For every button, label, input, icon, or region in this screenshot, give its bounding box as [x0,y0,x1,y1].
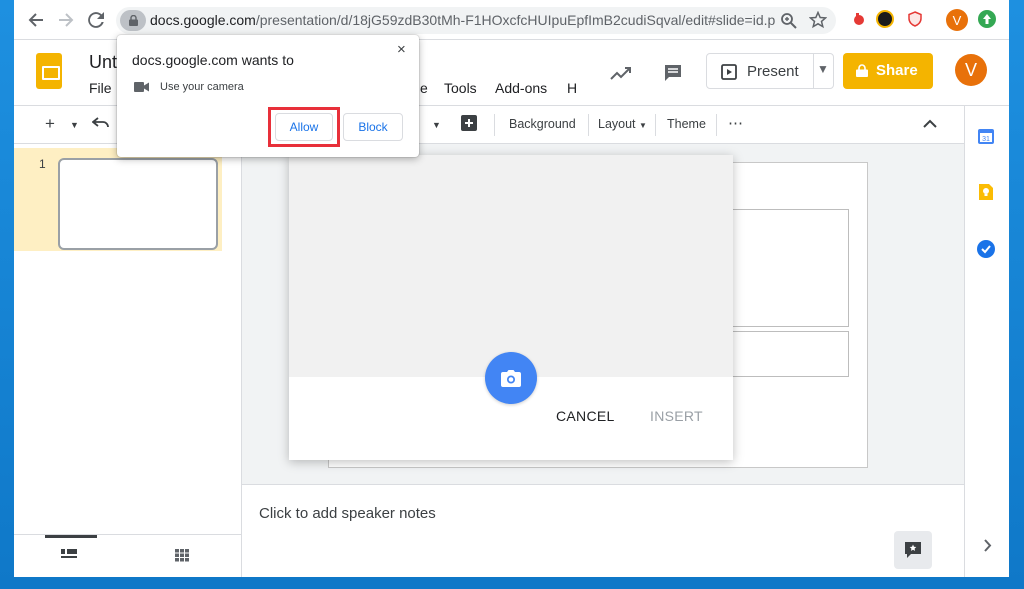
allow-button[interactable]: Allow [275,113,333,141]
extension-dark-icon[interactable] [876,10,894,28]
layout-label: Layout [598,117,636,131]
svg-text:31: 31 [982,136,990,143]
background-button[interactable]: Background [509,117,576,131]
chevron-down-icon: ▼ [639,121,647,130]
collapse-toolbar-icon[interactable] [923,114,937,134]
camera-capture-button[interactable] [485,352,537,404]
present-label: Present [747,63,799,80]
forward-icon[interactable] [54,8,78,32]
filmstrip-view-toggle [14,534,242,577]
chevron-down-icon[interactable]: ▼ [817,62,829,76]
url-path: /presentation/d/18jG59zdB30tMh-F1HOxcfcH… [255,12,776,28]
block-button[interactable]: Block [343,113,403,141]
toolbar-divider [655,114,656,136]
permission-title: docs.google.com wants to [132,52,294,68]
present-button[interactable]: Present ▼ [706,53,834,89]
back-icon[interactable] [24,8,48,32]
menu-file[interactable]: File [89,80,112,96]
toolbar-divider [494,114,495,136]
cancel-button[interactable]: CANCEL [556,408,615,424]
zoom-icon[interactable] [780,12,797,34]
extension-shield-icon[interactable] [906,10,924,28]
chevron-down-icon[interactable]: ▼ [70,120,79,130]
menu-addons[interactable]: Add-ons [495,80,547,96]
document-title[interactable]: Unt [89,52,117,73]
lock-icon [856,64,868,77]
extension-red-icon[interactable] [850,10,868,28]
camera-permission-popup: docs.google.com wants to × Use your came… [117,35,419,157]
toolbar-divider [716,114,717,136]
activity-trend-icon[interactable] [608,60,634,86]
browser-profile-avatar[interactable]: V [946,9,968,31]
present-icon [721,64,737,80]
comments-icon[interactable] [660,60,686,86]
keep-icon[interactable] [976,182,998,204]
slide-thumbnail[interactable] [58,158,218,250]
menu-help[interactable]: H [567,80,577,96]
insert-camera-dialog: CANCEL INSERT [289,155,733,460]
video-camera-icon [134,82,149,92]
insert-comment-icon[interactable] [460,114,478,137]
insert-button[interactable]: INSERT [650,408,703,424]
share-button[interactable]: Share [843,53,933,89]
slide-filmstrip: 1 [14,144,242,534]
chevron-down-icon[interactable]: ▼ [432,120,441,130]
filmstrip-view-icon[interactable] [61,549,77,567]
filmstrip-slide-row[interactable]: 1 [14,148,222,251]
undo-icon[interactable] [91,114,110,134]
extension-green-icon[interactable] [978,10,996,28]
share-label: Share [876,62,918,79]
explore-icon [905,542,921,558]
layout-button[interactable]: Layout ▼ [598,117,647,131]
permission-request-text: Use your camera [160,81,244,93]
theme-button[interactable]: Theme [667,117,706,131]
toolbar-divider [588,114,589,136]
grid-view-icon[interactable] [175,549,189,567]
speaker-notes[interactable]: Click to add speaker notes [242,484,964,577]
close-icon[interactable]: × [397,41,406,58]
url-host: docs.google.com [150,12,256,28]
more-options-icon[interactable]: ⋯ [728,114,743,132]
lock-icon[interactable] [120,10,146,31]
present-divider [813,54,814,88]
browser-window: docs.google.com/presentation/d/18jG59zdB… [14,0,1009,577]
address-bar[interactable]: docs.google.com/presentation/d/18jG59zdB… [116,7,836,34]
explore-button[interactable] [894,531,932,569]
tasks-icon[interactable] [976,239,998,261]
expand-panel-icon[interactable] [983,539,992,557]
camera-icon [501,369,521,387]
active-view-indicator [45,535,97,538]
bookmark-star-icon[interactable] [808,10,828,34]
speaker-notes-placeholder[interactable]: Click to add speaker notes [259,505,436,522]
account-avatar[interactable]: V [955,54,987,86]
camera-preview [289,155,733,377]
slides-logo-icon[interactable] [36,53,62,89]
url-text: docs.google.com/presentation/d/18jG59zdB… [150,12,775,28]
side-panel: 31 [964,106,1009,577]
menu-tools[interactable]: Tools [444,80,477,96]
reload-icon[interactable] [84,8,108,32]
slide-number: 1 [39,157,46,171]
new-slide-icon[interactable]: + [45,114,55,134]
menu-arrange[interactable]: e [420,80,428,96]
browser-toolbar: docs.google.com/presentation/d/18jG59zdB… [14,0,1009,40]
calendar-icon[interactable]: 31 [976,126,998,148]
